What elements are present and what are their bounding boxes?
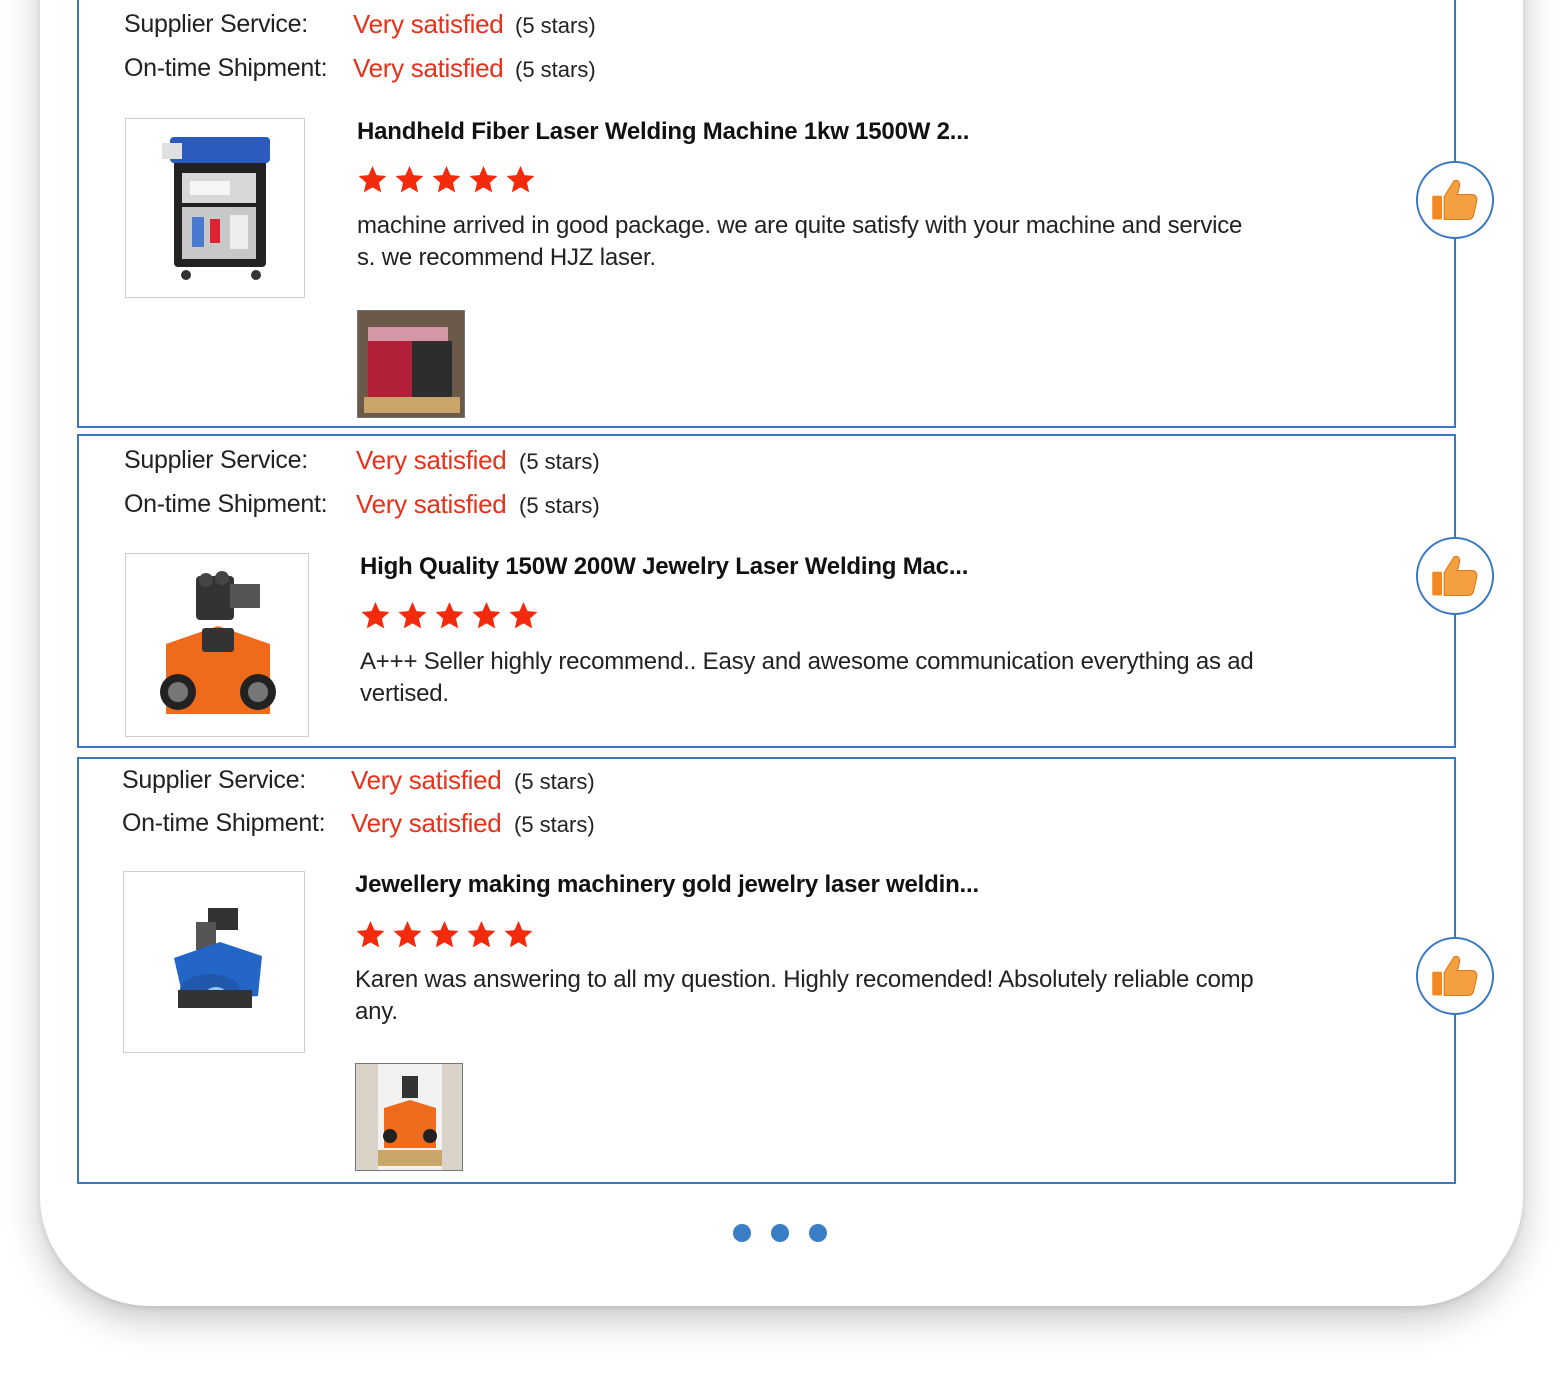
- product-thumbnail[interactable]: [123, 871, 305, 1053]
- review-text: Karen was answering to all my question. …: [355, 966, 1254, 1025]
- buyer-photo[interactable]: [357, 310, 465, 418]
- star-icon: [392, 919, 423, 950]
- star-icon: [429, 919, 460, 950]
- review-text: A+++ Seller highly recommend.. Easy and …: [360, 648, 1254, 707]
- supplier-service-rating-text: Very satisfied: [353, 9, 504, 39]
- supplier-service-stars: (5 stars): [515, 13, 596, 38]
- ontime-shipment-rating-text: Very satisfied: [353, 53, 504, 83]
- pagination-dot[interactable]: [809, 1224, 827, 1242]
- supplier-service-stars: (5 stars): [514, 769, 595, 794]
- like-button[interactable]: [1416, 161, 1494, 239]
- pagination-dot[interactable]: [771, 1224, 789, 1242]
- ontime-shipment-rating-text: Very satisfied: [351, 808, 502, 838]
- star-icon: [355, 919, 386, 950]
- star-icon: [466, 919, 497, 950]
- star-rating: [357, 164, 536, 198]
- product-thumbnail[interactable]: [125, 553, 309, 737]
- thumbs-up-icon: [1429, 174, 1481, 226]
- review-card: Supplier Service: Very satisfied (5 star…: [77, 757, 1456, 1184]
- product-title[interactable]: Jewellery making machinery gold jewelry …: [355, 871, 979, 899]
- pagination-dot[interactable]: [733, 1224, 751, 1242]
- like-button[interactable]: [1416, 937, 1494, 1015]
- supplier-service-rating-text: Very satisfied: [351, 765, 502, 795]
- product-title[interactable]: High Quality 150W 200W Jewelry Laser Wel…: [360, 553, 968, 581]
- ontime-shipment-rating-text: Very satisfied: [356, 489, 507, 519]
- handheld-fiber-laser-welder-image: [162, 137, 270, 280]
- ontime-shipment-stars: (5 stars): [515, 57, 596, 82]
- ontime-shipment-label: On-time Shipment:: [124, 490, 328, 518]
- review-text: machine arrived in good package. we are …: [357, 212, 1243, 271]
- star-icon: [471, 600, 502, 631]
- packed-machine-photo: [358, 311, 464, 417]
- review-card: Supplier Service: Very satisfied (5 star…: [77, 0, 1456, 428]
- star-icon: [397, 600, 428, 631]
- star-icon: [431, 164, 462, 195]
- pagination-dots: [733, 1224, 827, 1242]
- ontime-shipment-stars: (5 stars): [519, 493, 600, 518]
- supplier-service-label: Supplier Service:: [124, 446, 308, 474]
- star-rating: [355, 919, 534, 953]
- review-card: Supplier Service: Very satisfied (5 star…: [77, 434, 1456, 748]
- star-rating: [360, 600, 539, 634]
- buyer-photo[interactable]: [355, 1063, 463, 1171]
- ontime-shipment-label: On-time Shipment:: [122, 809, 326, 837]
- star-icon: [468, 164, 499, 195]
- ontime-shipment-label: On-time Shipment:: [124, 54, 328, 82]
- star-icon: [508, 600, 539, 631]
- star-icon: [434, 600, 465, 631]
- star-icon: [360, 600, 391, 631]
- star-icon: [503, 919, 534, 950]
- product-thumbnail[interactable]: [125, 118, 305, 298]
- supplier-service-label: Supplier Service:: [122, 766, 306, 794]
- orange-jewelry-laser-welder-image: [160, 571, 276, 714]
- star-icon: [505, 164, 536, 195]
- star-icon: [357, 164, 388, 195]
- ontime-shipment-stars: (5 stars): [514, 812, 595, 837]
- star-icon: [394, 164, 425, 195]
- supplier-service-stars: (5 stars): [519, 449, 600, 474]
- blue-jewelry-laser-welder-image: [174, 908, 262, 1008]
- orange-welder-on-pallet-photo: [356, 1064, 462, 1170]
- product-title[interactable]: Handheld Fiber Laser Welding Machine 1kw…: [357, 118, 969, 146]
- thumbs-up-icon: [1429, 950, 1481, 1002]
- supplier-service-label: Supplier Service:: [124, 10, 308, 38]
- thumbs-up-icon: [1429, 550, 1481, 602]
- like-button[interactable]: [1416, 537, 1494, 615]
- supplier-service-rating-text: Very satisfied: [356, 445, 507, 475]
